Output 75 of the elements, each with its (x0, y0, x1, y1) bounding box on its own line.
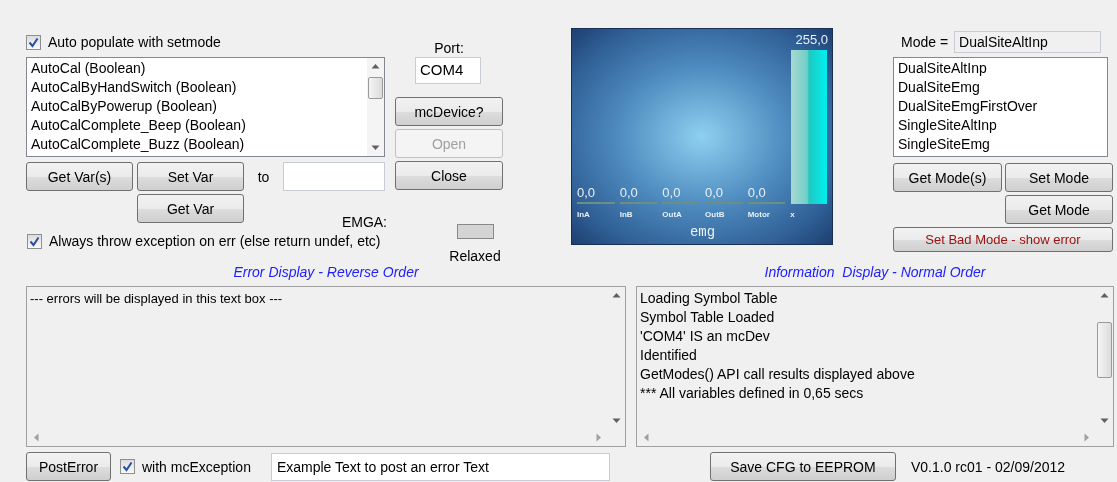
list-item[interactable]: SingleSiteAltInp (898, 116, 1103, 135)
channel-reading: 0,0 (577, 185, 597, 200)
channel-label: OutB (705, 210, 726, 220)
button[interactable]: Set Bad Mode - show error (893, 227, 1113, 252)
list-item[interactable]: AutoCalByHandSwitch (Boolean) (31, 78, 363, 97)
meter-caption: emg (688, 224, 717, 240)
log-line: GetModes() API call results displayed above (640, 365, 916, 384)
port-label: Port: (434, 40, 464, 56)
error-text-field[interactable]: Example Text to post an error Text (270, 452, 610, 481)
text-box[interactable]: Loading Symbol Table Symbol Table Loaded 'COM4' IS an mcDev Identified GetModes() API call results displayed above *** All variables defined in 0,65 secs (636, 286, 1114, 447)
up-arrow-icon (1100, 292, 1109, 298)
scrollbar[interactable] (367, 58, 384, 156)
version-label: V0.1.0 rc01 - 02/09/2012 (910, 458, 1066, 475)
emga-label: EMGA: (341, 214, 387, 230)
channel-label: OutA (662, 210, 683, 220)
mode-field: DualSiteAltInp (954, 31, 1102, 53)
checkbox[interactable] (27, 233, 42, 249)
down-arrow-icon (371, 145, 380, 151)
list-item[interactable]: AutoCalComplete_Beep (Boolean) (31, 116, 363, 135)
log-line: Identified (640, 346, 698, 365)
status-indicator (456, 224, 494, 239)
list-item[interactable]: AutoCal (Boolean) (31, 59, 363, 78)
right-arrow-icon (596, 433, 602, 442)
list-item[interactable]: DualSiteAltInp (898, 59, 1103, 78)
list-item[interactable]: DualSiteEmg (898, 78, 1103, 97)
button[interactable]: Get Var(s) (26, 162, 133, 191)
button[interactable]: mcDevice? (395, 97, 503, 126)
scroll-thumb[interactable] (1097, 322, 1112, 378)
down-arrow-icon (1100, 418, 1109, 424)
status-label: Relaxed (449, 248, 501, 264)
log-line: *** All variables defined in 0,65 secs (640, 384, 865, 403)
channel-label: x (790, 210, 796, 220)
channel-reading: 0,0 (619, 185, 639, 200)
button[interactable]: PostError (26, 452, 111, 481)
log-line: Symbol Table Loaded (640, 308, 776, 327)
channel-reading: 0,0 (747, 185, 767, 200)
list-item[interactable]: AutoCalByPowerup (Boolean) (31, 97, 363, 116)
channel-label: Motor (747, 210, 771, 220)
bar-reading: 255,0 (794, 32, 829, 47)
down-arrow-icon (612, 418, 621, 424)
checkbox[interactable] (26, 34, 41, 50)
log-line: Loading Symbol Table (640, 289, 779, 308)
button[interactable]: Set Mode (1005, 163, 1113, 192)
up-arrow-icon (612, 292, 621, 298)
button[interactable]: Get Mode (1005, 195, 1113, 224)
scroll-thumb[interactable] (368, 77, 383, 99)
checkbox-label: Always throw exception on err (else return undef, etc) (49, 233, 381, 249)
display-title: Error Display - Reverse Order (232, 263, 420, 281)
list-item[interactable]: DualSiteEmgFirstOver (898, 97, 1103, 116)
checkbox-label: with mcException (142, 458, 251, 475)
channel-reading: 0,0 (705, 185, 725, 200)
left-arrow-icon (33, 433, 39, 442)
right-arrow-icon (1084, 433, 1090, 442)
log-line: 'COM4' IS an mcDev (640, 327, 771, 346)
list-item[interactable]: AutoCalComplete_Buzz (Boolean) (31, 135, 363, 154)
port-field[interactable]: COM4 (415, 57, 481, 84)
display-title: Information Display - Normal Order (763, 263, 987, 281)
value-field[interactable] (283, 162, 385, 191)
button[interactable]: Get Var (137, 194, 244, 223)
button[interactable]: Save CFG to EEPROM (709, 452, 896, 481)
button[interactable]: Set Var (137, 162, 244, 191)
button[interactable]: Get Mode(s) (893, 163, 1002, 192)
button[interactable]: Close (395, 161, 503, 190)
channel-reading: 0,0 (662, 185, 682, 200)
channel-label: InA (577, 210, 591, 220)
log-line: --- errors will be displayed in this text box --- (30, 290, 284, 308)
to-label: to (257, 168, 270, 185)
left-arrow-icon (643, 433, 649, 442)
checkbox-label: Auto populate with setmode (48, 34, 221, 50)
channel-label: InB (619, 210, 634, 220)
mode-label: Mode = (901, 34, 949, 50)
checkbox[interactable] (120, 459, 135, 474)
up-arrow-icon (371, 63, 380, 69)
list-item[interactable]: SingleSiteEmg (898, 135, 1103, 154)
text-box[interactable]: --- errors will be displayed in this text box --- (26, 286, 626, 447)
